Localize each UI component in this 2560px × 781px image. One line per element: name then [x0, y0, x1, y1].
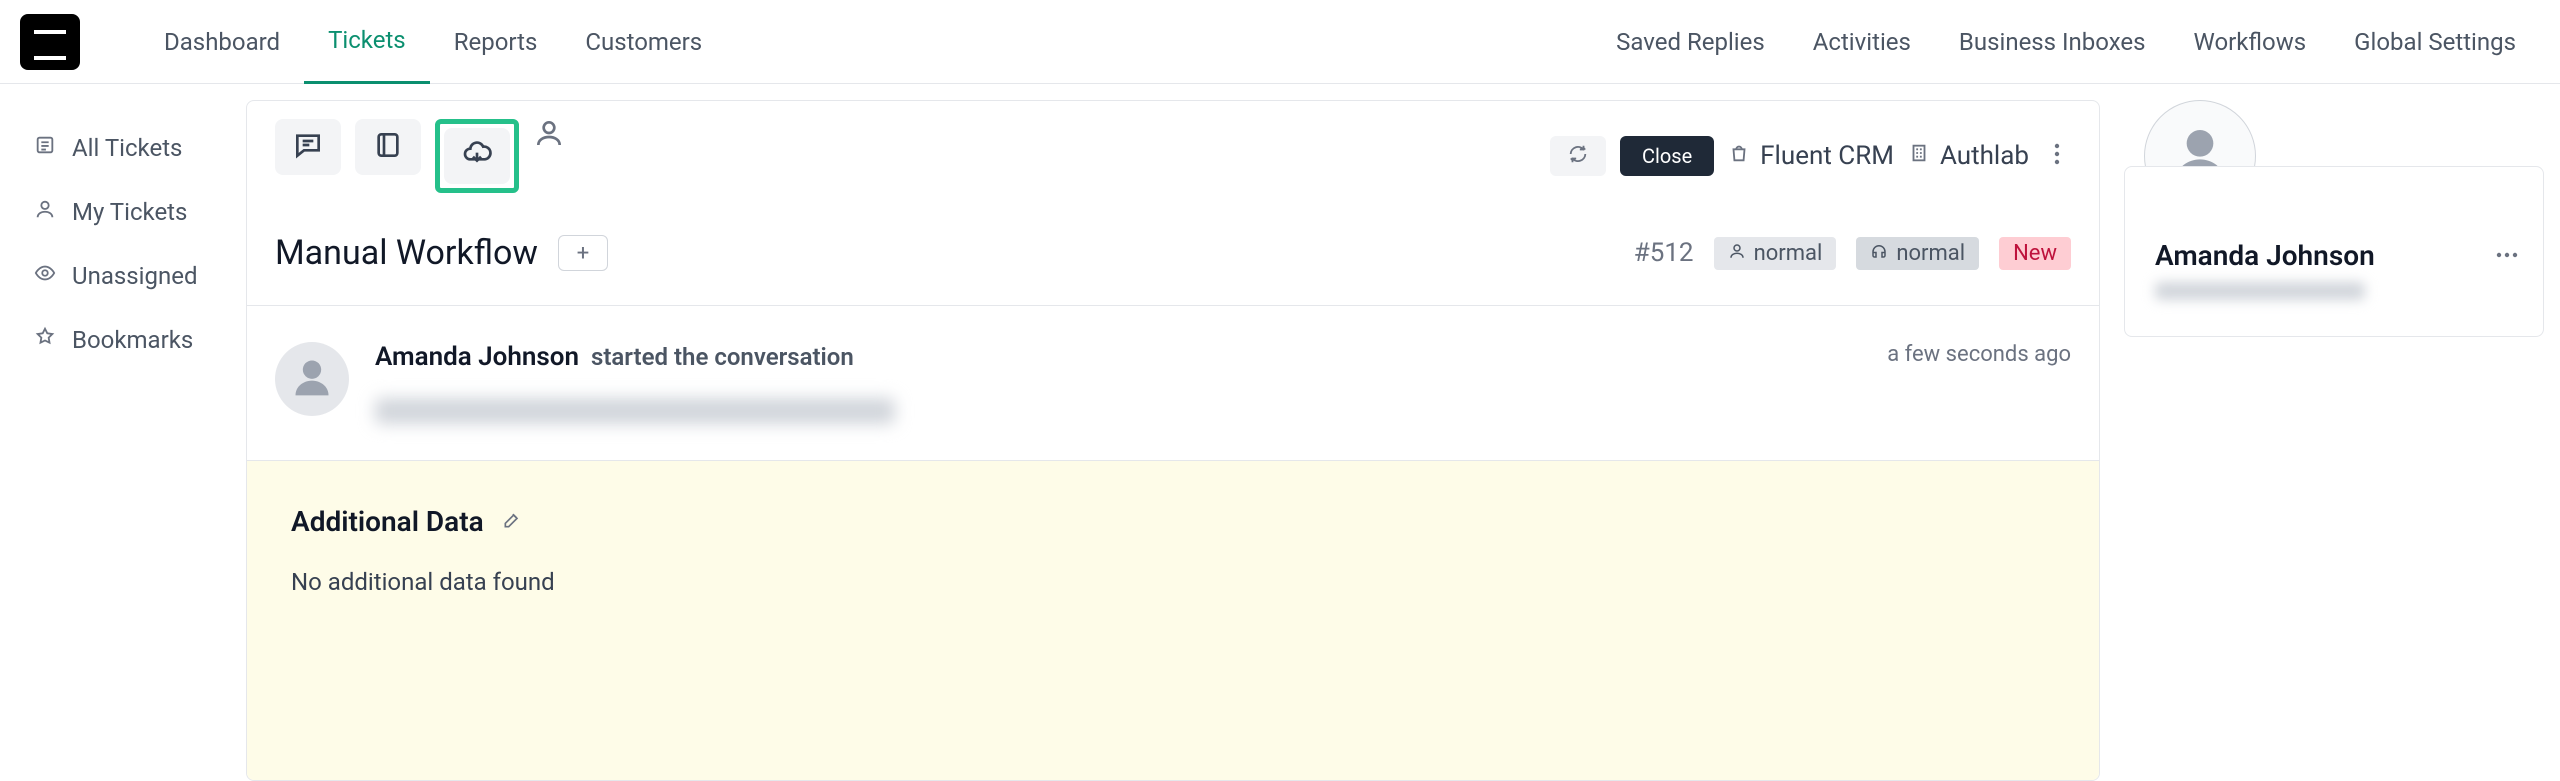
ticket-title: Manual Workflow — [275, 233, 538, 273]
pill-label: New — [2013, 241, 2057, 266]
pill-status[interactable]: New — [1999, 237, 2071, 270]
sidebar: All Tickets My Tickets Unassigned Bookma… — [0, 84, 246, 781]
nav-tickets[interactable]: Tickets — [304, 0, 430, 84]
toolbar-view-group — [275, 119, 565, 193]
ticket-id: #512 — [1634, 238, 1694, 268]
customer-name: Amanda Johnson — [2155, 239, 2513, 272]
user-icon — [34, 198, 56, 226]
toolbar-workflow-button[interactable] — [444, 128, 510, 184]
user-small-icon — [1728, 241, 1746, 266]
edit-additional-data-button[interactable] — [502, 510, 522, 534]
primary-nav: Dashboard Tickets Reports Customers — [140, 0, 1592, 84]
pill-label: normal — [1754, 241, 1823, 266]
sidebar-item-label: All Tickets — [72, 134, 182, 162]
ticket-pane: Close Fluent CRM Authlab Manual Workflow… — [246, 100, 2100, 781]
customer-card: Amanda Johnson — [2124, 166, 2544, 337]
crm-link-label: Fluent CRM — [1760, 141, 1894, 171]
list-icon — [34, 134, 56, 162]
toolbar-more-button[interactable] — [2043, 142, 2071, 170]
sidebar-item-all-tickets[interactable]: All Tickets — [20, 116, 226, 180]
customer-panel: Amanda Johnson — [2124, 100, 2544, 781]
pill-agent-priority[interactable]: normal — [1856, 237, 1979, 270]
toolbar-chat-button[interactable] — [275, 119, 341, 175]
app-logo[interactable] — [20, 14, 80, 70]
nav-dashboard[interactable]: Dashboard — [140, 0, 304, 84]
highlight-frame — [435, 119, 519, 193]
sidebar-item-label: My Tickets — [72, 198, 187, 226]
bookmark-icon — [34, 326, 56, 354]
nav-workflows[interactable]: Workflows — [2170, 0, 2331, 84]
additional-data-body: No additional data found — [291, 568, 2055, 596]
conversation-message-redacted — [375, 398, 895, 424]
pill-customer-priority[interactable]: normal — [1714, 237, 1837, 270]
conversation-verb: started the conversation — [591, 343, 854, 371]
more-vertical-icon — [2054, 142, 2060, 170]
content-area: Close Fluent CRM Authlab Manual Workflow… — [246, 84, 2560, 781]
sidebar-item-label: Unassigned — [72, 262, 197, 290]
toolbar-assign-button[interactable] — [533, 119, 565, 151]
authlab-link[interactable]: Authlab — [1908, 140, 2029, 173]
user-outline-icon — [533, 117, 565, 153]
nav-reports[interactable]: Reports — [430, 0, 562, 84]
secondary-nav: Saved Replies Activities Business Inboxe… — [1592, 0, 2540, 84]
ticket-toolbar: Close Fluent CRM Authlab — [247, 101, 2099, 211]
add-tag-button[interactable]: + — [558, 235, 608, 271]
toolbar-notes-button[interactable] — [355, 119, 421, 175]
sidebar-item-unassigned[interactable]: Unassigned — [20, 244, 226, 308]
eye-icon — [34, 262, 56, 290]
nav-business-inboxes[interactable]: Business Inboxes — [1935, 0, 2170, 84]
fluent-crm-link[interactable]: Fluent CRM — [1728, 140, 1894, 173]
close-button[interactable]: Close — [1620, 136, 1714, 176]
cloud-sync-icon — [461, 138, 493, 174]
sidebar-item-label: Bookmarks — [72, 326, 193, 354]
avatar-icon — [290, 355, 334, 403]
refresh-icon — [1567, 143, 1589, 169]
ticket-title-row: Manual Workflow + #512 normal normal New — [247, 211, 2099, 306]
refresh-button[interactable] — [1550, 136, 1606, 176]
customer-email-redacted — [2155, 282, 2365, 300]
sidebar-item-bookmarks[interactable]: Bookmarks — [20, 308, 226, 372]
notebook-icon — [372, 129, 404, 165]
conversation-timestamp: a few seconds ago — [1887, 342, 2071, 424]
nav-customers[interactable]: Customers — [561, 0, 726, 84]
nav-global-settings[interactable]: Global Settings — [2330, 0, 2540, 84]
nav-saved-replies[interactable]: Saved Replies — [1592, 0, 1789, 84]
additional-data-section: Additional Data No additional data found — [247, 461, 2099, 780]
top-bar: Dashboard Tickets Reports Customers Save… — [0, 0, 2560, 84]
conversation-author: Amanda Johnson — [375, 342, 579, 372]
chat-icon — [292, 129, 324, 165]
author-avatar[interactable] — [275, 342, 349, 416]
sidebar-item-my-tickets[interactable]: My Tickets — [20, 180, 226, 244]
more-horizontal-icon — [2495, 243, 2519, 262]
plus-icon: + — [577, 241, 589, 266]
nav-activities[interactable]: Activities — [1789, 0, 1935, 84]
additional-data-title: Additional Data — [291, 505, 484, 538]
authlab-link-label: Authlab — [1940, 141, 2029, 171]
pill-label: normal — [1896, 241, 1965, 266]
headset-icon — [1870, 241, 1888, 266]
pencil-icon — [502, 515, 522, 534]
building-icon — [1908, 140, 1930, 173]
conversation-entry: Amanda Johnson started the conversation … — [247, 306, 2099, 461]
customer-more-button[interactable] — [2495, 243, 2519, 262]
bag-icon — [1728, 140, 1750, 173]
